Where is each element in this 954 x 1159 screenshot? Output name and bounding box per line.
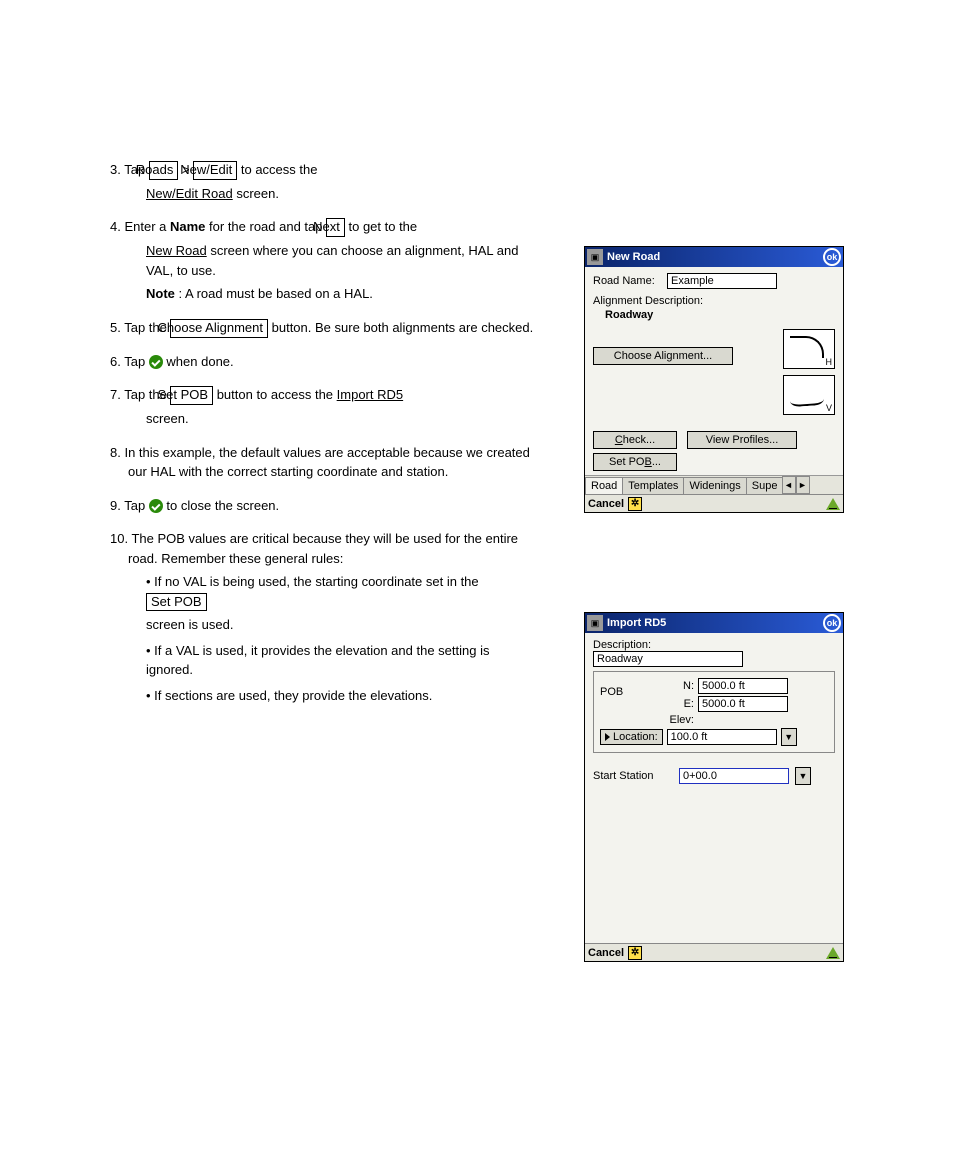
- elev-label: Elev:: [656, 714, 694, 726]
- text: button to access the: [217, 387, 337, 402]
- text: to get to the: [348, 219, 417, 234]
- n-label: N:: [656, 680, 694, 692]
- alignment-desc-label: Alignment Description:: [593, 295, 835, 307]
- text: screen.: [146, 411, 189, 426]
- text: 8. In this example, the default values a…: [110, 445, 530, 480]
- text: Note: [146, 286, 175, 301]
- e-label: E:: [656, 698, 694, 710]
- road-name-input[interactable]: Example: [667, 273, 777, 289]
- text: 10. The POB values are critical because …: [110, 531, 518, 566]
- set-pob-box: Set POB: [170, 386, 213, 405]
- text: when done.: [166, 354, 233, 369]
- check-button[interactable]: Check...: [593, 431, 677, 449]
- tab-templates[interactable]: Templates: [622, 477, 684, 494]
- text: button. Be sure both alignments are chec…: [272, 320, 534, 335]
- import-rd5-link: Import RD5: [337, 387, 403, 402]
- tab-widenings[interactable]: Widenings: [683, 477, 746, 494]
- text: for the road and tap: [209, 219, 326, 234]
- roads-box: Roads: [149, 161, 179, 180]
- road-name-label: Road Name:: [593, 275, 655, 287]
- next-box: Next: [326, 218, 345, 237]
- v-label: V: [826, 403, 832, 413]
- view-profiles-button[interactable]: View Profiles...: [687, 431, 797, 449]
- text: • If a VAL is used, it provides the elev…: [146, 643, 489, 678]
- pob-label: POB: [600, 676, 656, 728]
- status-bar: Cancel ✲: [585, 494, 843, 512]
- text: : A road must be based on a HAL.: [179, 286, 373, 301]
- easting-input[interactable]: 5000.0 ft: [698, 696, 788, 712]
- cancel-button[interactable]: Cancel: [588, 498, 624, 510]
- ok-button[interactable]: ok: [823, 614, 841, 632]
- set-pob-button[interactable]: Set POB...: [593, 453, 677, 471]
- text: Name: [170, 219, 205, 234]
- text: to close the screen.: [166, 498, 279, 513]
- alignment-desc-value: Roadway: [593, 309, 835, 321]
- import-rd5-dialog: ▣ Import RD5 ok Description: Roadway POB…: [584, 612, 844, 962]
- new-edit-road-link: New/Edit Road: [146, 186, 233, 201]
- text: 9. Tap: [110, 498, 149, 513]
- tab-scroll-right-icon[interactable]: ►: [796, 476, 810, 494]
- text: screen is used.: [146, 617, 233, 632]
- set-pob-box: Set POB: [146, 593, 207, 612]
- newedit-box: New/Edit: [193, 161, 237, 180]
- titlebar: ▣ Import RD5 ok: [585, 613, 843, 633]
- tab-scroll-left-icon[interactable]: ◄: [782, 476, 796, 494]
- description-input[interactable]: Roadway: [593, 651, 743, 667]
- triangle-icon[interactable]: [826, 947, 840, 959]
- location-button[interactable]: Location:: [600, 729, 663, 745]
- triangle-icon[interactable]: [826, 498, 840, 510]
- titlebar: ▣ New Road ok: [585, 247, 843, 267]
- window-title: Import RD5: [607, 617, 823, 629]
- new-road-dialog: ▣ New Road ok Road Name: Example Alignme…: [584, 246, 844, 513]
- tab-strip: Road Templates Widenings Supe ◄ ►: [585, 475, 843, 494]
- ok-button[interactable]: ok: [823, 248, 841, 266]
- check-icon: [149, 499, 163, 513]
- tab-super[interactable]: Supe: [746, 477, 783, 494]
- text: 6. Tap: [110, 354, 149, 369]
- choose-alignment-button[interactable]: Choose Alignment...: [593, 347, 733, 365]
- star-icon[interactable]: ✲: [628, 497, 642, 511]
- start-station-label: Start Station: [593, 770, 673, 782]
- dropdown-icon[interactable]: ▼: [781, 728, 797, 746]
- pob-group: POB N: 5000.0 ft E: 5000.0 ft Elev:: [593, 671, 835, 753]
- northing-input[interactable]: 5000.0 ft: [698, 678, 788, 694]
- text: • If no VAL is being used, the starting …: [146, 574, 479, 589]
- app-icon: ▣: [587, 249, 603, 265]
- new-road-link: New Road: [146, 243, 207, 258]
- vertical-profile-thumb[interactable]: V: [783, 375, 835, 415]
- instruction-text: 3. Tap Roads > New/Edit to access the Ne…: [100, 160, 540, 709]
- text: screen.: [236, 186, 279, 201]
- description-label: Description:: [593, 639, 835, 651]
- elevation-input[interactable]: 100.0 ft: [667, 729, 777, 745]
- text: to access the: [241, 162, 318, 177]
- text: • If sections are used, they provide the…: [146, 688, 432, 703]
- app-icon: ▣: [587, 615, 603, 631]
- horizontal-profile-thumb[interactable]: H: [783, 329, 835, 369]
- choose-alignment-box: Choose Alignment: [170, 319, 268, 338]
- status-bar: Cancel ✲: [585, 943, 843, 961]
- star-icon[interactable]: ✲: [628, 946, 642, 960]
- h-label: H: [826, 357, 833, 367]
- check-icon: [149, 355, 163, 369]
- text: 4. Enter a: [110, 219, 170, 234]
- dropdown-icon[interactable]: ▼: [795, 767, 811, 785]
- tab-road[interactable]: Road: [585, 477, 623, 494]
- cancel-button[interactable]: Cancel: [588, 947, 624, 959]
- window-title: New Road: [607, 251, 823, 263]
- start-station-input[interactable]: 0+00.0: [679, 768, 789, 784]
